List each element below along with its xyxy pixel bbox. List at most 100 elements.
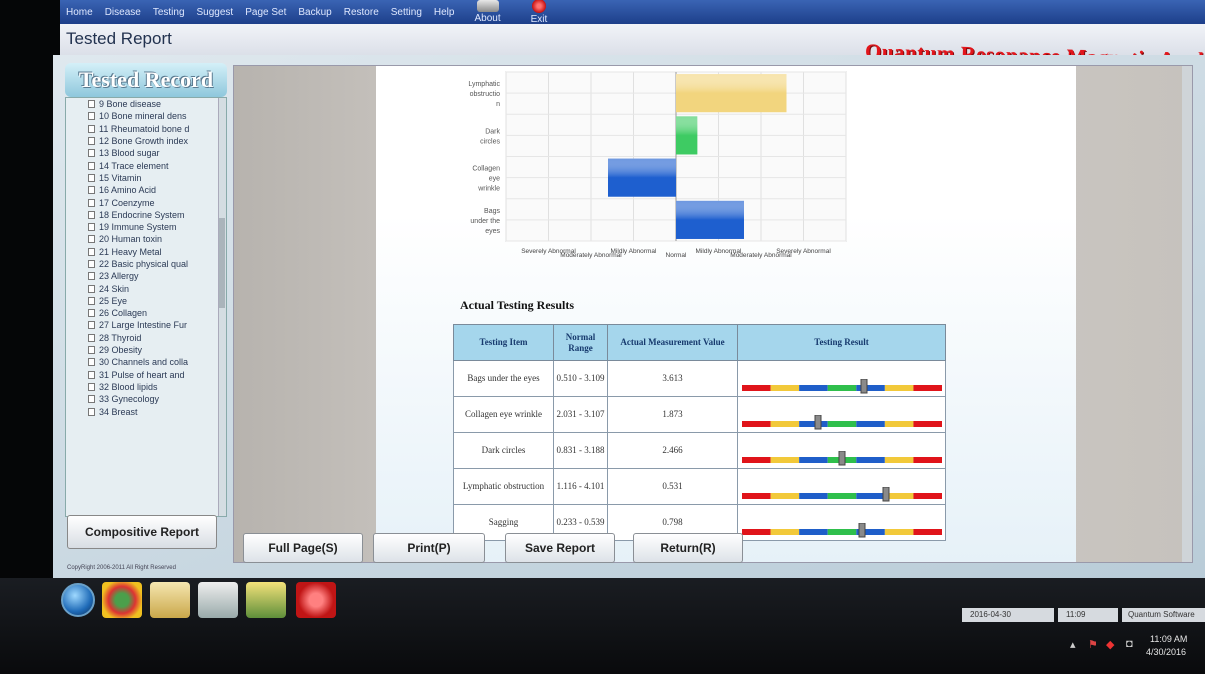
- chart-bar-shine: [676, 116, 698, 155]
- menu-exit[interactable]: Exit: [531, 0, 547, 25]
- tree-scroll-thumb[interactable]: [219, 218, 225, 308]
- record-item[interactable]: 15 Vitamin: [66, 172, 226, 184]
- record-item[interactable]: 13 Blood sugar: [66, 147, 226, 159]
- action-center-flag-icon[interactable]: ⚑: [1088, 638, 1098, 651]
- record-item[interactable]: 23 Allergy: [66, 270, 226, 282]
- record-item[interactable]: 28 Thyroid: [66, 332, 226, 344]
- record-item[interactable]: 11 Rheumatoid bone d: [66, 123, 226, 135]
- record-item[interactable]: 22 Basic physical qual: [66, 258, 226, 270]
- record-item[interactable]: 26 Collagen: [66, 307, 226, 319]
- record-tree[interactable]: 9 Bone disease 10 Bone mineral dens 11 Rhe…: [65, 97, 227, 517]
- record-item[interactable]: 10 Bone mineral dens: [66, 110, 226, 122]
- document-taskbar-icon[interactable]: [198, 582, 238, 618]
- record-item[interactable]: 9 Bone disease: [66, 98, 226, 110]
- gauge-indicator: [814, 414, 821, 429]
- result-gauge-cell: [737, 396, 946, 433]
- menu-suggest[interactable]: Suggest: [197, 7, 234, 18]
- main-area: Tested Record 9 Bone disease 10 Bone mine…: [53, 55, 1205, 580]
- tree-scrollbar[interactable]: [218, 98, 226, 516]
- return-button[interactable]: Return(R): [633, 533, 743, 563]
- gauge-segment: [855, 492, 885, 499]
- chart-category-label: Bags: [484, 208, 500, 215]
- record-item[interactable]: 25 Eye: [66, 295, 226, 307]
- menu-backup[interactable]: Backup: [298, 7, 331, 18]
- record-item[interactable]: 16 Amino Acid: [66, 184, 226, 196]
- document-icon: [88, 124, 95, 133]
- record-item[interactable]: 18 Endocrine System: [66, 209, 226, 221]
- gauge-segment: [770, 384, 799, 391]
- chart-bar-shine: [676, 74, 787, 113]
- gauge-segment: [741, 528, 771, 535]
- record-item[interactable]: 30 Channels and colla: [66, 356, 226, 368]
- record-item-label: 24 Skin: [99, 283, 130, 294]
- document-icon: [88, 382, 95, 391]
- document-icon: [88, 309, 95, 318]
- menu-home[interactable]: Home: [66, 7, 93, 18]
- clock-time[interactable]: 11:09 AM: [1150, 634, 1187, 644]
- compositive-report-button[interactable]: Compositive Report: [67, 515, 217, 549]
- record-item[interactable]: 29 Obesity: [66, 344, 226, 356]
- save-report-button[interactable]: Save Report: [505, 533, 615, 563]
- start-button[interactable]: [58, 582, 98, 618]
- menu-help[interactable]: Help: [434, 7, 455, 18]
- print-button[interactable]: Print(P): [373, 533, 485, 563]
- menu-disease[interactable]: Disease: [105, 7, 141, 18]
- record-item-label: 11 Rheumatoid bone d: [99, 123, 190, 134]
- gauge-segment: [912, 492, 942, 499]
- record-item[interactable]: 20 Human toxin: [66, 233, 226, 245]
- menu-page-set[interactable]: Page Set: [245, 7, 286, 18]
- record-item[interactable]: 32 Blood lipids: [66, 381, 226, 393]
- gauge-segment: [912, 456, 942, 463]
- network-icon[interactable]: ◆: [1106, 638, 1114, 651]
- result-item-cell: Collagen eye wrinkle: [453, 396, 554, 433]
- record-item[interactable]: 19 Immune System: [66, 221, 226, 233]
- record-item[interactable]: 21 Heavy Metal: [66, 246, 226, 258]
- clock-date[interactable]: 4/30/2016: [1146, 647, 1186, 657]
- gauge-indicator: [838, 450, 845, 465]
- menu-bar: Home Disease Testing Suggest Page Set Ba…: [60, 0, 1205, 25]
- result-gauge-cell: [737, 468, 946, 505]
- chrome-taskbar-icon[interactable]: [102, 582, 142, 618]
- record-item[interactable]: 24 Skin: [66, 282, 226, 294]
- record-item-label: 26 Collagen: [99, 308, 148, 319]
- gauge-segment: [884, 528, 913, 535]
- full-page-button[interactable]: Full Page(S): [243, 533, 363, 563]
- document-icon: [88, 186, 95, 195]
- chart-tick-label: Mildly Abnormal: [611, 248, 657, 255]
- record-item[interactable]: 31 Pulse of heart and: [66, 369, 226, 381]
- result-value-cell: 0.531: [607, 468, 738, 505]
- analyzer-taskbar-icon[interactable]: [296, 582, 336, 618]
- record-item[interactable]: 17 Coenzyme: [66, 196, 226, 208]
- taskbar: 2016-04-30 11:09 Quantum Software ▴ ⚑ ◆ …: [0, 578, 1205, 674]
- result-row: Lymphatic obstruction 1.116 - 4.101 0.531: [453, 468, 946, 505]
- chart-category-label: Dark: [485, 128, 500, 135]
- volume-icon[interactable]: ◘: [1126, 638, 1133, 650]
- record-item[interactable]: 14 Trace element: [66, 159, 226, 171]
- record-item-label: 29 Obesity: [99, 345, 143, 356]
- record-item-label: 10 Bone mineral dens: [99, 111, 187, 122]
- record-item[interactable]: 33 Gynecology: [66, 393, 226, 405]
- menu-testing[interactable]: Testing: [153, 7, 185, 18]
- record-item[interactable]: 34 Breast: [66, 405, 226, 417]
- report-viewer[interactable]: Lymphatic obstructio n Dark circles Collagen e…: [233, 65, 1193, 563]
- chart-bar-shine: [608, 158, 676, 197]
- menu-setting[interactable]: Setting: [391, 7, 422, 18]
- document-icon: [88, 333, 95, 342]
- viewer-scrollbar[interactable]: [1182, 66, 1192, 562]
- header-normal-range: Normal Range: [553, 324, 608, 361]
- app-taskbar-icon[interactable]: [246, 582, 286, 618]
- record-item-label: 18 Endocrine System: [99, 209, 185, 220]
- folder-taskbar-icon[interactable]: [150, 582, 190, 618]
- record-item-label: 30 Channels and colla: [99, 357, 189, 368]
- record-item[interactable]: 12 Bone Growth index: [66, 135, 226, 147]
- record-item[interactable]: 27 Large Intestine Fur: [66, 319, 226, 331]
- gauge-segment: [827, 384, 856, 391]
- gauge-segment: [770, 420, 799, 427]
- menu-restore[interactable]: Restore: [344, 7, 379, 18]
- gauge-segment: [741, 492, 771, 499]
- report-page: Lymphatic obstructio n Dark circles Collagen e…: [376, 66, 1076, 562]
- gauge-segment: [798, 492, 828, 499]
- result-range-cell: 1.116 - 4.101: [553, 468, 608, 505]
- menu-about[interactable]: About: [474, 0, 501, 24]
- show-hidden-icons-icon[interactable]: ▴: [1070, 638, 1076, 651]
